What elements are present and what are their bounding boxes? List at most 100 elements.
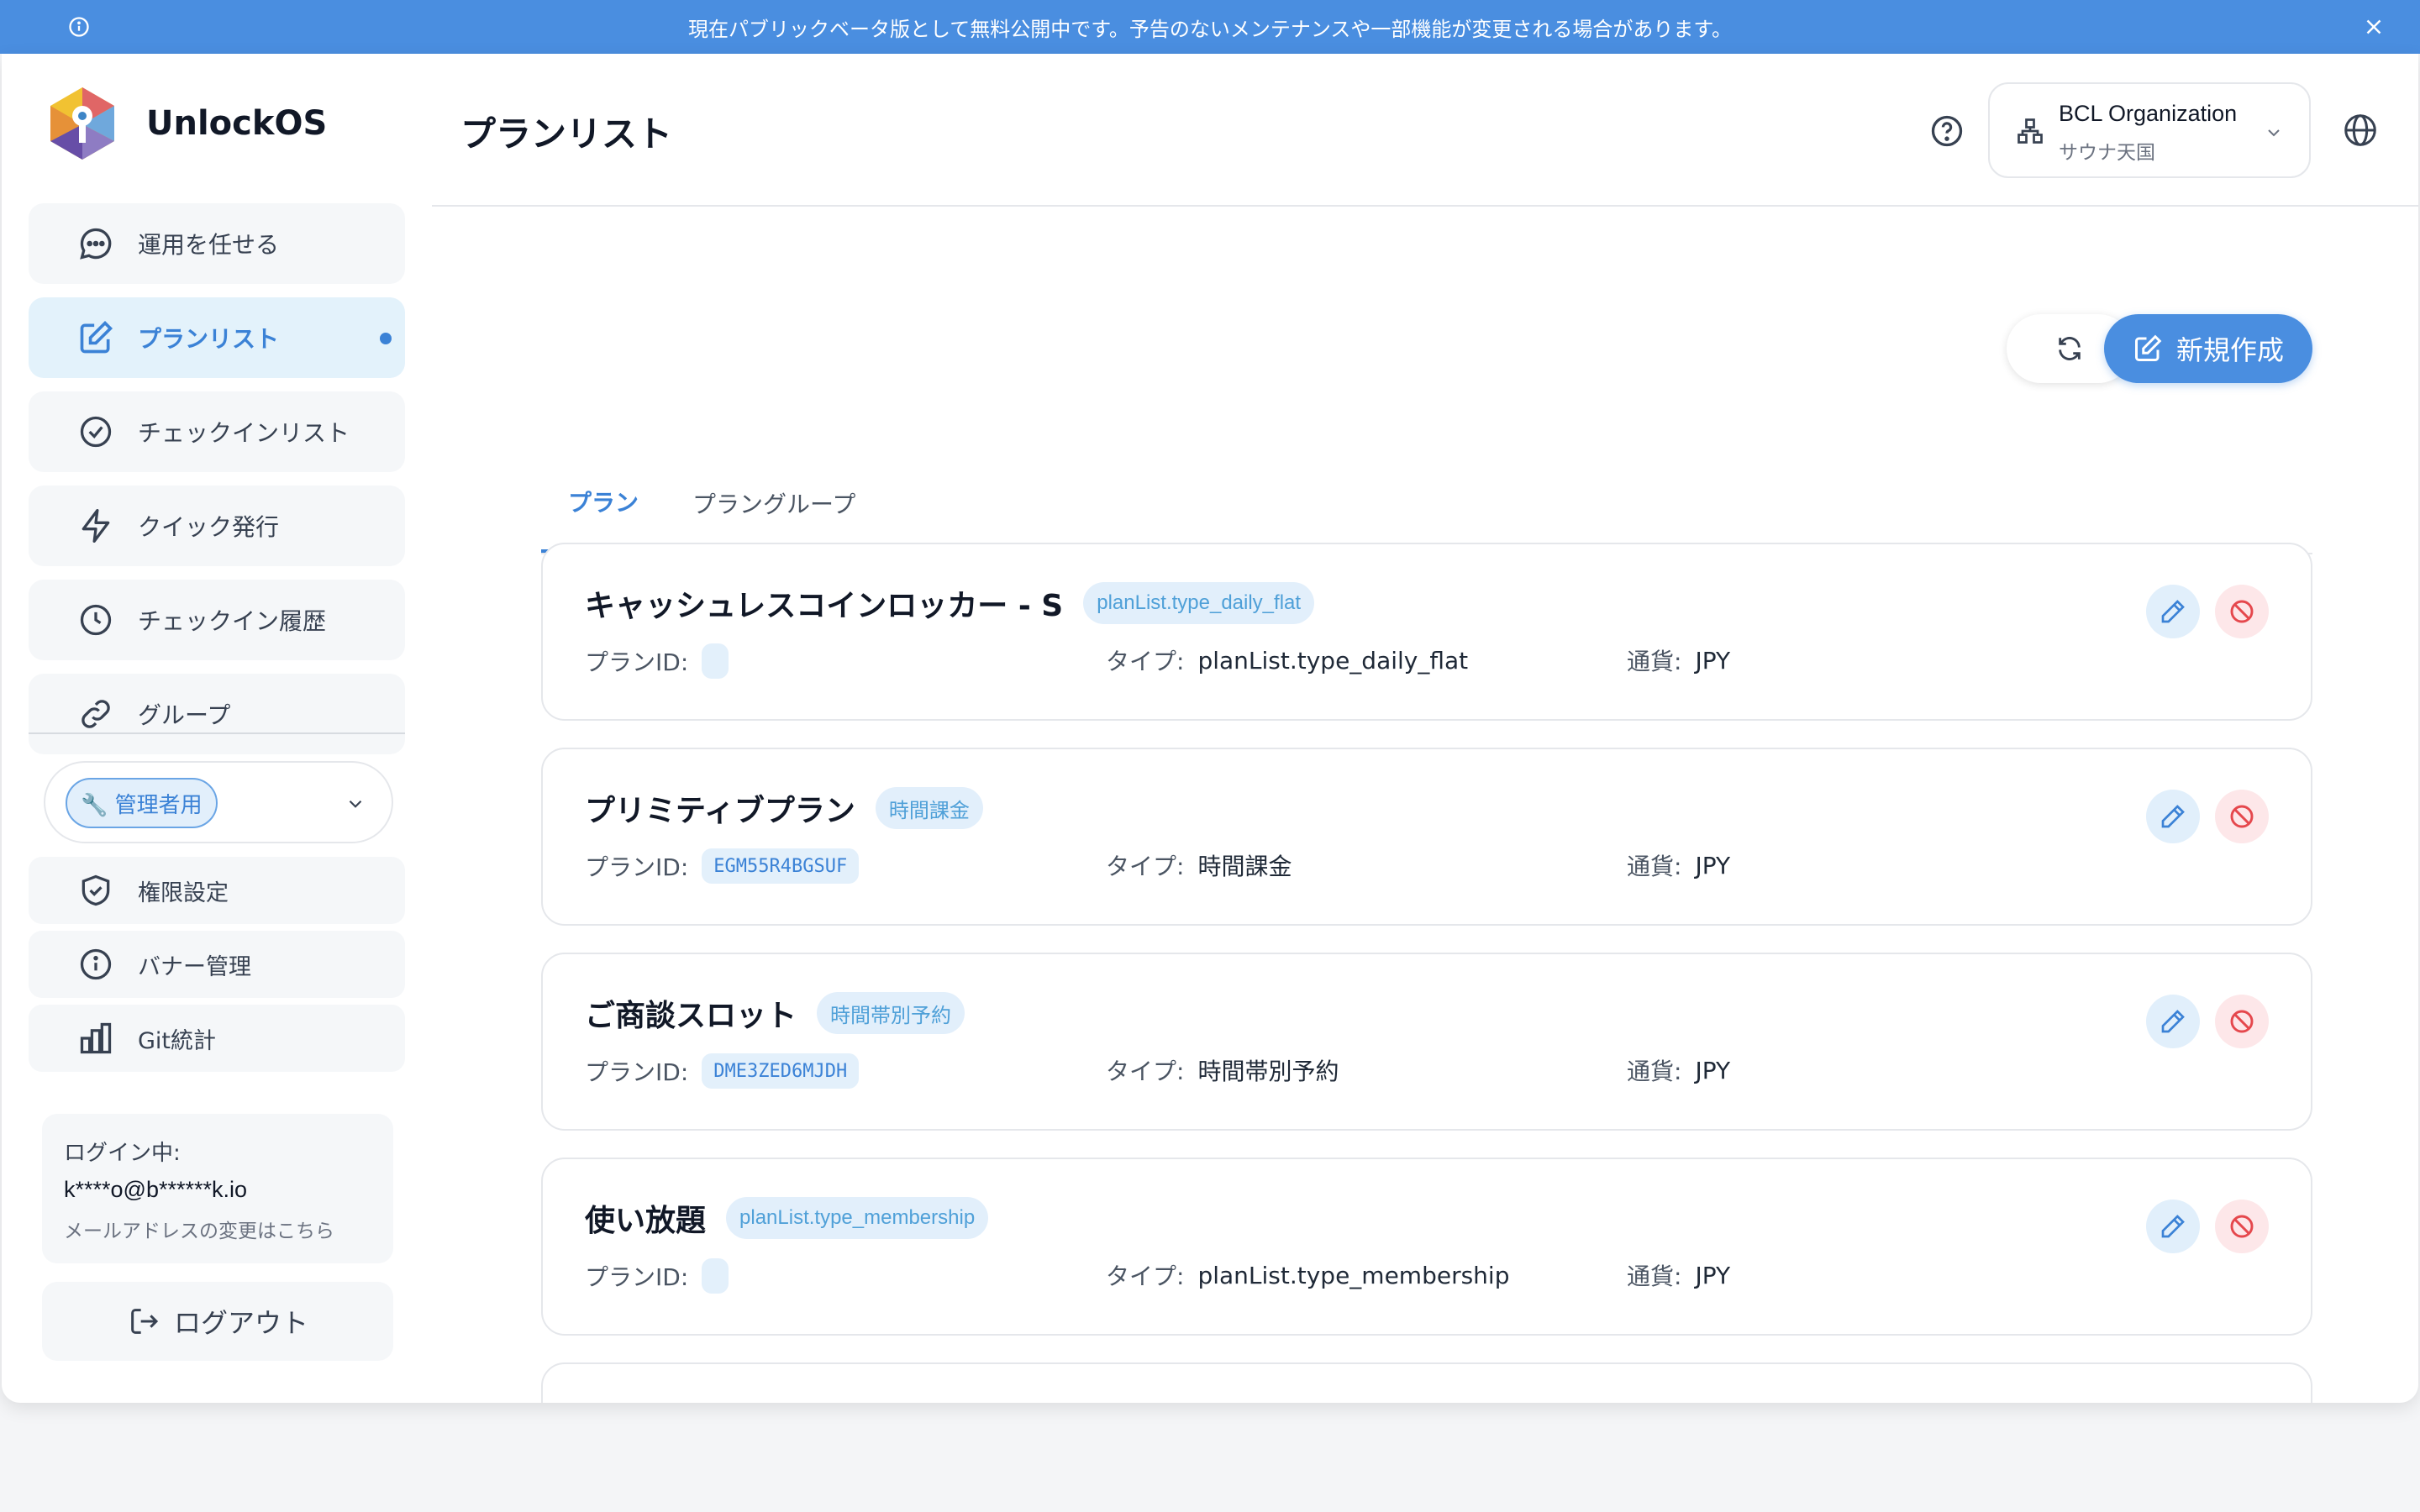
nav-item-label: チェックインリスト — [138, 419, 350, 447]
chevron-down-icon — [2268, 129, 2280, 137]
plan-currency-label: 通貨: — [1627, 648, 1682, 675]
disable-plan-button[interactable] — [2215, 995, 2269, 1048]
plan-card-partial — [541, 1362, 2312, 1403]
role-chip: 🔧 管理者用 — [66, 778, 218, 828]
check-circle-icon — [80, 416, 112, 448]
plan-currency-label: 通貨: — [1627, 1263, 1682, 1290]
plan-card: 使い放題 planList.type_membership プランID: タイプ… — [541, 1158, 2312, 1336]
tab-plan-groups[interactable]: プラングループ — [692, 454, 855, 553]
globe-icon[interactable] — [2341, 111, 2380, 150]
plan-name: キャッシュレスコインロッカー - S — [585, 589, 1064, 623]
login-label: ログイン中: — [64, 1141, 181, 1166]
plan-type-badge: planList.type_membership — [726, 1197, 989, 1239]
plan-name: プリミティブプラン — [585, 794, 855, 828]
create-new-label: 新規作成 — [2175, 334, 2284, 366]
admin-item-banner[interactable]: バナー管理 — [29, 931, 405, 998]
org-subname: サウナ天国 — [2059, 142, 2155, 164]
plan-type-label: タイプ: — [1106, 1058, 1185, 1085]
plan-type-label: タイプ: — [1106, 648, 1185, 675]
disable-plan-button[interactable] — [2215, 790, 2269, 843]
bolt-icon — [82, 509, 110, 543]
admin-item-label: Git統計 — [138, 1027, 217, 1054]
disable-plan-button[interactable] — [2215, 585, 2269, 638]
beta-banner: 現在パブリックベータ版として無料公開中です。予告のないメンテナンスや一部機能が変… — [0, 0, 2420, 54]
plan-card: キャッシュレスコインロッカー - S planList.type_daily_f… — [541, 543, 2312, 721]
plan-type: planList.type_daily_flat — [1197, 646, 1469, 675]
refresh-icon — [2059, 337, 2081, 360]
nav-item-label: プランリスト — [138, 325, 280, 353]
plan-type-label: タイプ: — [1106, 853, 1185, 880]
ban-icon — [2230, 805, 2254, 828]
tab-plans[interactable]: プラン — [541, 454, 666, 553]
nav-item-checkin-list[interactable]: チェックインリスト — [29, 391, 405, 472]
brand-name: UnlockOS — [146, 104, 328, 143]
organization-switcher[interactable]: BCL Organization サウナ天国 — [1988, 82, 2311, 178]
tab-bar: プラン プラングループ — [541, 454, 2312, 554]
plan-currency: JPY — [1695, 1261, 1731, 1289]
shield-check-icon — [82, 874, 110, 906]
close-icon[interactable] — [2361, 14, 2386, 39]
help-icon[interactable] — [1928, 113, 1965, 150]
nav-item-quick-issue[interactable]: クイック発行 — [29, 486, 405, 566]
nav-item-plan-list[interactable]: プランリスト — [29, 297, 405, 378]
plan-id-label: プランID: — [585, 1058, 689, 1086]
plan-currency: JPY — [1695, 851, 1731, 879]
plan-id — [702, 643, 729, 679]
plan-type: 時間課金 — [1197, 853, 1292, 880]
plan-currency: JPY — [1695, 1056, 1731, 1084]
plan-type-label: タイプ: — [1106, 1263, 1185, 1290]
plan-type-badge: 時間帯別予約 — [817, 992, 965, 1034]
logo[interactable]: UnlockOS — [47, 86, 327, 161]
login-email: k****o@b******k.io — [64, 1177, 248, 1202]
logout-label: ログアウト — [173, 1307, 308, 1339]
chevron-down-icon — [349, 800, 362, 808]
plan-currency-label: 通貨: — [1627, 1058, 1682, 1085]
edit-icon — [2134, 334, 2162, 361]
nav-item-label: クイック発行 — [138, 513, 280, 541]
pencil-icon — [2161, 1010, 2185, 1033]
nav-divider — [29, 732, 405, 734]
nav-item-delegate[interactable]: 運用を任せる — [29, 203, 405, 284]
org-name: BCL Organization — [2059, 101, 2238, 126]
change-email-link[interactable]: メールアドレスの変更はこちら — [64, 1215, 371, 1243]
admin-item-label: 権限設定 — [138, 879, 229, 906]
plan-name: ご商談スロット — [585, 999, 797, 1033]
plan-id-label: プランID: — [585, 853, 689, 881]
edit-plan-button[interactable] — [2146, 790, 2200, 843]
ban-icon — [2230, 1010, 2254, 1033]
pencil-icon — [2161, 600, 2185, 623]
chat-bubble-icon — [80, 228, 112, 260]
admin-item-permissions[interactable]: 権限設定 — [29, 857, 405, 924]
sidebar: UnlockOS 運用を任せる プランリスト チェックインリスト クイック発行 — [2, 54, 432, 1403]
plan-card: ご商談スロット 時間帯別予約 プランID: DME3ZED6MJDH タイプ: 時間… — [541, 953, 2312, 1131]
admin-item-git-stats[interactable]: Git統計 — [29, 1005, 405, 1072]
info-icon — [69, 17, 89, 37]
edit-plan-button[interactable] — [2146, 585, 2200, 638]
pencil-icon — [2161, 1215, 2185, 1238]
edit-plan-button[interactable] — [2146, 1200, 2200, 1253]
nav-item-label: 運用を任せる — [138, 231, 280, 259]
header-divider — [432, 205, 2418, 207]
ban-icon — [2230, 600, 2254, 623]
disable-plan-button[interactable] — [2215, 1200, 2269, 1253]
plan-type: planList.type_membership — [1197, 1261, 1510, 1289]
pencil-icon — [2161, 805, 2185, 828]
plan-name: 使い放題 — [585, 1204, 707, 1238]
nav-item-checkin-history[interactable]: チェックイン履歴 — [29, 580, 405, 660]
plan-id: EGM55R4BGSUF — [702, 848, 860, 884]
plan-type-badge: 時間課金 — [875, 787, 983, 829]
info-icon — [80, 948, 112, 980]
link-icon — [82, 700, 110, 728]
plan-type: 時間帯別予約 — [1197, 1058, 1339, 1085]
organization-icon — [2018, 118, 2043, 144]
create-new-button[interactable]: 新規作成 — [2104, 314, 2312, 383]
nav-item-group[interactable]: グループ — [29, 674, 405, 754]
logout-button[interactable]: ログアウト — [42, 1282, 393, 1361]
edit-plan-button[interactable] — [2146, 995, 2200, 1048]
app-window: UnlockOS 運用を任せる プランリスト チェックインリスト クイック発行 — [2, 54, 2418, 1403]
plan-currency-label: 通貨: — [1627, 853, 1682, 880]
plan-card: プリミティブプラン 時間課金 プランID: EGM55R4BGSUF タイプ: 時間… — [541, 748, 2312, 926]
plan-type-badge: planList.type_daily_flat — [1083, 582, 1315, 624]
nav-item-label: グループ — [138, 701, 231, 729]
role-select[interactable]: 🔧 管理者用 — [44, 761, 393, 843]
